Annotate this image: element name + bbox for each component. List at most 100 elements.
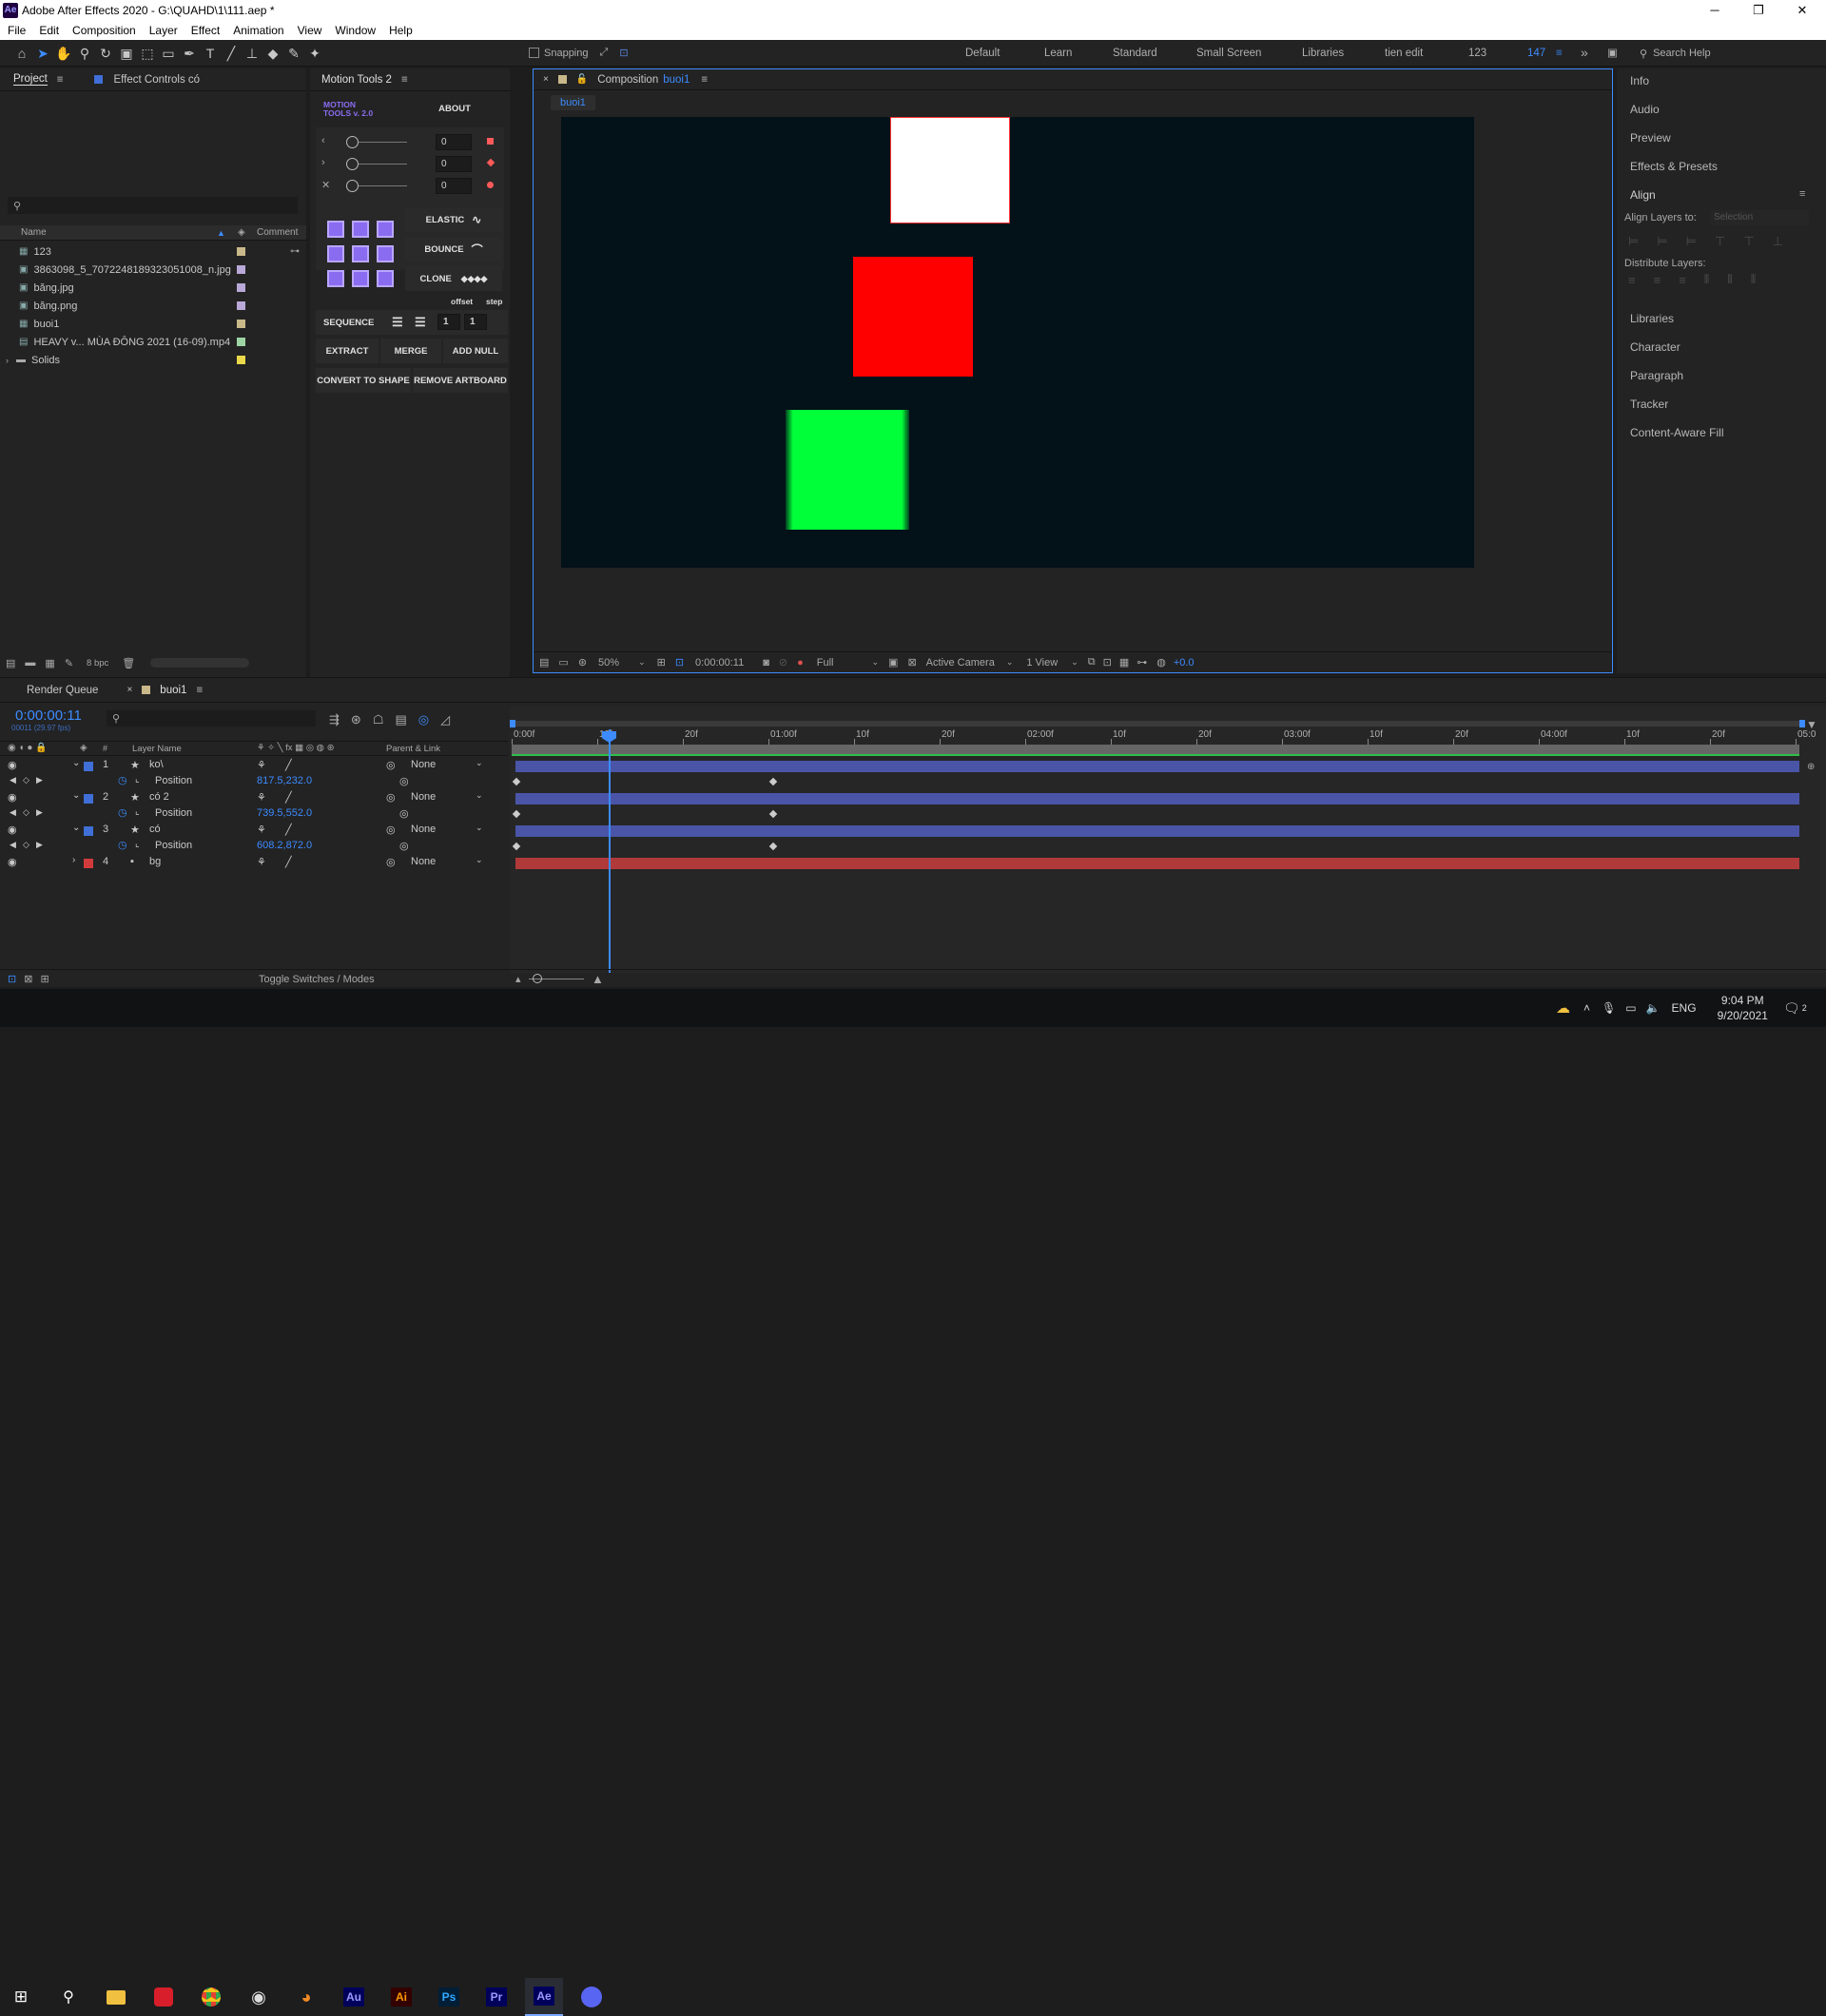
timeline-icon[interactable]: ▦: [1119, 656, 1129, 669]
slider-knob[interactable]: [346, 158, 359, 170]
frame-blending-icon[interactable]: ▤: [395, 712, 406, 727]
distribute-bottom-icon[interactable]: ≡: [1679, 273, 1686, 287]
preview-panel-link[interactable]: Preview: [1630, 131, 1671, 145]
stopwatch-icon[interactable]: ◷: [118, 806, 127, 819]
overflow-chevron-icon[interactable]: »: [1581, 45, 1588, 60]
transparency-grid-icon[interactable]: ⊠: [907, 656, 916, 669]
comp-name[interactable]: buoi1: [663, 74, 690, 86]
expand-timing-icon[interactable]: ⊞: [40, 973, 49, 985]
step-input[interactable]: 1: [464, 314, 487, 330]
add-keyframe-icon[interactable]: ◇: [23, 840, 29, 850]
anchor-point-button[interactable]: [352, 245, 369, 262]
obs-icon[interactable]: ◉: [240, 1978, 278, 2016]
illustrator-icon[interactable]: Ai: [382, 1978, 420, 2016]
anchor-point-button[interactable]: [377, 270, 394, 287]
sequence-forward-icon[interactable]: ☰: [392, 315, 403, 330]
chevron-down-icon[interactable]: ⌄: [476, 823, 483, 833]
column-name[interactable]: Name: [21, 227, 47, 238]
search-help-input[interactable]: Search Help: [1653, 48, 1711, 59]
merge-button[interactable]: MERGE: [380, 339, 441, 363]
ease-in-icon[interactable]: ‹: [321, 135, 325, 146]
av-switches-icon[interactable]: ◉ ◖ ● 🔒: [8, 743, 48, 753]
workspace-standard[interactable]: Standard: [1113, 48, 1157, 59]
blender-icon[interactable]: ◕: [287, 1978, 325, 2016]
anchor-point-button[interactable]: [327, 221, 344, 238]
tab-timeline-comp[interactable]: buoi1: [160, 685, 186, 696]
expand-arrow-icon[interactable]: ›: [72, 855, 75, 865]
slider-value[interactable]: 0: [436, 156, 472, 172]
anchor-point-button[interactable]: [352, 270, 369, 287]
notification-icon[interactable]: 🗨: [1783, 1000, 1800, 1017]
volume-icon[interactable]: 🔈: [1646, 1001, 1661, 1015]
current-time[interactable]: 0:00:00:11: [695, 657, 744, 669]
quality-switch-icon[interactable]: ╱: [285, 856, 292, 868]
slider-value[interactable]: 0: [436, 178, 472, 194]
info-panel-link[interactable]: Info: [1630, 74, 1649, 87]
minimize-button[interactable]: ─: [1693, 0, 1737, 20]
align-menu-icon[interactable]: ≡: [1799, 188, 1805, 200]
ease-both-icon[interactable]: ✕: [321, 179, 330, 191]
chevron-down-icon[interactable]: ⌄: [1006, 657, 1014, 668]
workspace-default[interactable]: Default: [965, 48, 1000, 59]
premiere-icon[interactable]: Pr: [477, 1978, 515, 2016]
layer-duration-bar[interactable]: [515, 858, 1799, 869]
expression-pickwhip-icon[interactable]: ◎: [399, 840, 409, 852]
toggle-switches-modes[interactable]: Toggle Switches / Modes: [259, 974, 375, 985]
zoom-dropdown[interactable]: 50%: [598, 657, 619, 669]
close-tab-icon[interactable]: ×: [543, 74, 549, 85]
list-item[interactable]: › ▬ Solids: [0, 351, 306, 369]
comp-mini-flowchart-icon[interactable]: ⇶: [329, 712, 340, 727]
layer-label-swatch[interactable]: [84, 762, 93, 771]
selection-tool-icon[interactable]: ➤: [32, 44, 53, 63]
close-button[interactable]: ✕: [1780, 0, 1824, 20]
distribute-right-icon[interactable]: ⫴: [1751, 272, 1756, 287]
distribute-vcenter-icon[interactable]: ≡: [1654, 273, 1661, 287]
workspace-147[interactable]: 147: [1527, 48, 1545, 59]
expand-transfer-icon[interactable]: ⊠: [24, 973, 32, 985]
list-item[interactable]: ▣ băng.png: [0, 297, 306, 315]
layer-row[interactable]: ◉ ⌄ 3 ★ có ⚘ ╱ ◎ None ⌄: [0, 823, 508, 839]
keyframe-circle-icon[interactable]: [487, 182, 494, 188]
sequence-reverse-icon[interactable]: ☰: [415, 315, 426, 330]
distribute-left-icon[interactable]: ⫴: [1704, 272, 1709, 287]
mask-visibility-icon[interactable]: ⊛: [578, 656, 587, 669]
menu-window[interactable]: Window: [335, 24, 376, 37]
chevron-down-icon[interactable]: ⌄: [476, 758, 483, 768]
green-square-layer[interactable]: [786, 410, 909, 530]
stopwatch-icon[interactable]: ◷: [118, 839, 127, 851]
distribute-top-icon[interactable]: ≡: [1628, 273, 1636, 287]
app-red-icon[interactable]: [145, 1978, 183, 2016]
list-item[interactable]: ▤ HEAVY v... MÙA ĐÔNG 2021 (16-09).mp4: [0, 333, 306, 351]
view-layout-dropdown[interactable]: 1 View: [1026, 657, 1058, 669]
restore-button[interactable]: ❐: [1737, 0, 1780, 20]
keyframe-start[interactable]: [512, 809, 521, 819]
parent-dropdown[interactable]: None: [411, 759, 436, 770]
discord-icon[interactable]: [573, 1978, 611, 2016]
layer-label-swatch[interactable]: [84, 826, 93, 836]
pickwhip-icon[interactable]: ◎: [386, 856, 396, 868]
project-search-input[interactable]: ⚲: [8, 197, 298, 214]
time-ruler[interactable]: 0:00f 10f 20f 01:00f 10f 20f 02:00f 10f 20f 03:00…: [510, 727, 1816, 745]
monitor-icon[interactable]: ▭: [558, 656, 568, 669]
comp-breadcrumb[interactable]: buoi1: [551, 95, 595, 110]
label-swatch[interactable]: [237, 356, 245, 364]
list-item[interactable]: ▣ băng.jpg: [0, 279, 306, 297]
stopwatch-icon[interactable]: ◷: [118, 774, 127, 786]
menu-help[interactable]: Help: [389, 24, 413, 37]
puppet-tool-icon[interactable]: ✦: [304, 44, 325, 63]
search-icon[interactable]: ⚲: [49, 1978, 87, 2016]
layer-label-swatch[interactable]: [84, 859, 93, 868]
workspace-libraries[interactable]: Libraries: [1302, 48, 1344, 59]
next-keyframe-icon[interactable]: ▶: [36, 775, 43, 785]
timeline-menu-icon[interactable]: ≡: [196, 685, 203, 696]
language-indicator[interactable]: ENG: [1672, 1001, 1697, 1015]
rectangle-tool-icon[interactable]: ▭: [158, 44, 179, 63]
property-value[interactable]: 608.2,872.0: [257, 840, 312, 851]
work-area-bar[interactable]: [512, 721, 1805, 727]
photoshop-icon[interactable]: Ps: [430, 1978, 468, 2016]
sort-arrow-icon[interactable]: ▲: [217, 228, 225, 238]
playhead-line[interactable]: [609, 729, 611, 973]
pickwhip-icon[interactable]: ◎: [386, 791, 396, 804]
draft-3d-icon[interactable]: ⊛: [351, 712, 361, 727]
shy-switch-icon[interactable]: ⚘: [257, 856, 266, 868]
